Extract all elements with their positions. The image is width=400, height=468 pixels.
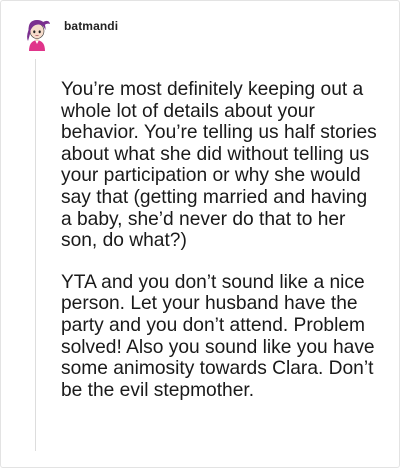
user-avatar[interactable] xyxy=(19,15,55,51)
username-link[interactable]: batmandi xyxy=(64,19,118,33)
comment-paragraph: You’re most definitely keeping out a who… xyxy=(61,79,377,252)
thread-divider-line xyxy=(35,59,36,451)
comment-body: You’re most definitely keeping out a who… xyxy=(61,79,379,421)
comment-header: batmandi xyxy=(19,15,118,51)
purple-haired-cartoon-avatar-icon xyxy=(19,15,55,51)
comment-card: batmandi You’re most definitely keeping … xyxy=(0,0,400,468)
comment-paragraph: YTA and you don’t sound like a nice pers… xyxy=(61,271,375,401)
